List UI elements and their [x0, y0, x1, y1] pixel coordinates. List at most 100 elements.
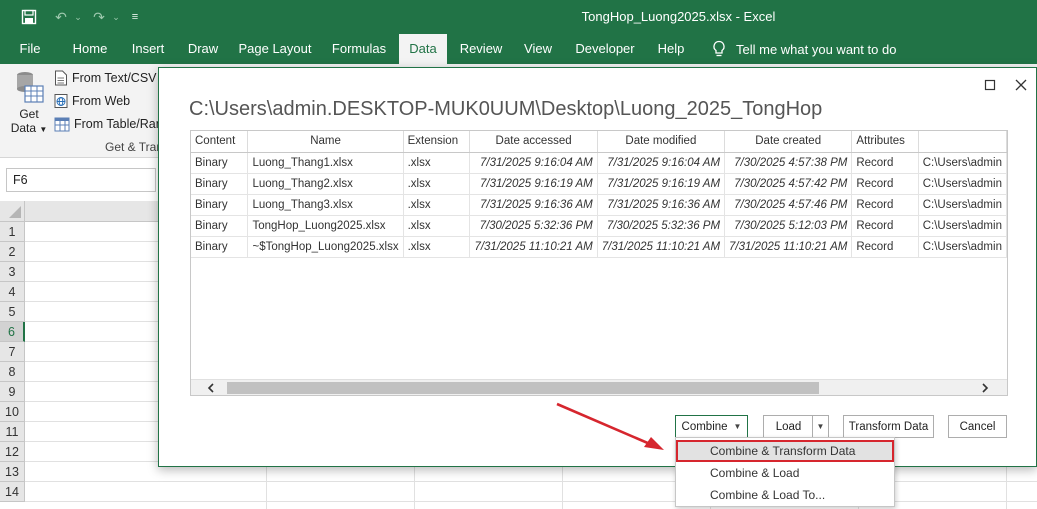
folder-path: C:\Users\admin.DESKTOP-MUK0UUM\Desktop\L… [189, 98, 823, 120]
row-header[interactable]: 7 [0, 342, 25, 362]
tab-file[interactable]: File [10, 34, 50, 64]
cell-folder-path: C:\Users\admin [918, 173, 1007, 195]
menu-item-combine-transform[interactable]: Combine & Transform Data [676, 440, 894, 462]
col-header-date-accessed[interactable]: Date accessed [469, 131, 598, 153]
tell-me-label: Tell me what you want to do [736, 41, 897, 57]
row-header[interactable]: 4 [0, 282, 25, 302]
scrollbar-thumb[interactable] [227, 382, 819, 394]
tab-draw[interactable]: Draw [182, 34, 224, 64]
row-header[interactable]: 12 [0, 442, 25, 462]
from-web-label: From Web [72, 94, 131, 108]
tab-review[interactable]: Review [455, 34, 507, 64]
combine-label: Combine [681, 420, 728, 433]
cell-date-created: 7/30/2025 5:12:03 PM [724, 215, 853, 237]
cell-attributes: Record [851, 194, 919, 216]
cell-content: Binary [191, 152, 249, 174]
menu-item-combine-load[interactable]: Combine & Load [676, 462, 894, 484]
cancel-button[interactable]: Cancel [948, 415, 1007, 438]
tab-data[interactable]: Data [399, 34, 447, 64]
globe-page-icon [54, 94, 68, 108]
row-header[interactable]: 3 [0, 262, 25, 282]
select-all-corner[interactable] [0, 201, 25, 222]
tell-me-search[interactable]: Tell me what you want to do [712, 34, 896, 64]
tab-developer[interactable]: Developer [570, 34, 640, 64]
cell-date-modified: 7/31/2025 9:16:04 AM [597, 152, 726, 174]
load-label: Load [775, 420, 802, 433]
chevron-down-icon: ▼ [816, 422, 825, 431]
col-header-date-modified[interactable]: Date modified [597, 131, 726, 153]
menu-item-combine-load-to[interactable]: Combine & Load To... [676, 484, 894, 506]
from-text-csv-button[interactable]: From Text/CSV [54, 67, 157, 89]
table-row[interactable]: Binary TongHop_Luong2025.xlsx .xlsx 7/30… [191, 215, 1007, 237]
table-row[interactable]: Binary Luong_Thang1.xlsx .xlsx 7/31/2025… [191, 152, 1007, 174]
transform-data-button[interactable]: Transform Data [843, 415, 934, 438]
col-header-content[interactable]: Content [191, 131, 249, 153]
lightbulb-icon [713, 40, 725, 57]
table-row[interactable]: Binary Luong_Thang2.xlsx .xlsx 7/31/2025… [191, 173, 1007, 195]
scroll-right-icon[interactable] [977, 380, 993, 395]
cell-attributes: Record [851, 215, 919, 237]
row-header[interactable]: 13 [0, 462, 25, 482]
horizontal-scrollbar[interactable] [191, 379, 1007, 395]
tab-help[interactable]: Help [650, 34, 692, 64]
col-header-folder-path[interactable] [918, 131, 1007, 153]
maximize-icon[interactable] [977, 72, 1003, 98]
row-header[interactable]: 1 [0, 222, 25, 242]
cell-date-created: 7/31/2025 11:10:21 AM [724, 236, 853, 258]
cell-date-created: 7/30/2025 4:57:38 PM [724, 152, 853, 174]
load-button[interactable]: Load [763, 415, 813, 438]
combine-button[interactable]: Combine ▼ [675, 415, 748, 438]
row-header[interactable]: 2 [0, 242, 25, 262]
name-box[interactable]: F6 [6, 168, 156, 192]
table-row[interactable]: Binary ~$TongHop_Luong2025.xlsx .xlsx 7/… [191, 236, 1007, 258]
load-dropdown-button[interactable]: ▼ [812, 415, 829, 438]
tab-insert[interactable]: Insert [124, 34, 172, 64]
row-header[interactable]: 10 [0, 402, 25, 422]
table-icon [54, 117, 70, 131]
cell-folder-path: C:\Users\admin [918, 194, 1007, 216]
from-web-button[interactable]: From Web [54, 90, 130, 112]
row-header-active[interactable]: 6 [0, 322, 25, 342]
files-table: Content Name Extension Date accessed Dat… [191, 131, 1007, 258]
tab-home[interactable]: Home [66, 34, 114, 64]
cell-date-accessed: 7/31/2025 9:16:19 AM [469, 173, 598, 195]
cell-date-accessed: 7/31/2025 9:16:36 AM [469, 194, 598, 216]
col-header-attributes[interactable]: Attributes [851, 131, 919, 153]
chevron-down-icon: ▼ [39, 125, 48, 134]
cell-date-modified: 7/31/2025 9:16:36 AM [597, 194, 726, 216]
tab-page-layout[interactable]: Page Layout [234, 34, 316, 64]
table-header-row: Content Name Extension Date accessed Dat… [191, 131, 1007, 153]
row-header[interactable]: 8 [0, 362, 25, 382]
cell-folder-path: C:\Users\admin [918, 236, 1007, 258]
row-header[interactable]: 11 [0, 422, 25, 442]
scroll-left-icon[interactable] [203, 380, 219, 395]
cell-date-accessed: 7/31/2025 9:16:04 AM [469, 152, 598, 174]
ribbon-tabs: File Home Insert Draw Page Layout Formul… [0, 34, 1037, 64]
title-bar: ↶ ⌄ ↷ ⌄ ≡ TongHop_Luong2025.xlsx - Excel [0, 0, 1037, 34]
table-row[interactable]: Binary Luong_Thang3.xlsx .xlsx 7/31/2025… [191, 194, 1007, 216]
close-icon[interactable] [1008, 72, 1034, 98]
cell-attributes: Record [851, 236, 919, 258]
get-data-label-2: Data [10, 121, 37, 135]
row-header[interactable]: 5 [0, 302, 25, 322]
tab-view[interactable]: View [516, 34, 560, 64]
file-preview-table: Content Name Extension Date accessed Dat… [190, 130, 1008, 396]
cell-content: Binary [191, 173, 249, 195]
cell-name: Luong_Thang1.xlsx [247, 152, 404, 174]
cell-date-accessed: 7/30/2025 5:32:36 PM [469, 215, 598, 237]
col-header-date-created[interactable]: Date created [724, 131, 853, 153]
cell-extension: .xlsx [403, 215, 471, 237]
row-header[interactable]: 14 [0, 482, 25, 502]
cell-name: Luong_Thang3.xlsx [247, 194, 404, 216]
get-data-button[interactable]: Get Data ▼ [8, 70, 50, 137]
cell-extension: .xlsx [403, 236, 471, 258]
row-header[interactable]: 9 [0, 382, 25, 402]
cell-attributes: Record [851, 173, 919, 195]
cell-date-created: 7/30/2025 4:57:42 PM [724, 173, 853, 195]
tab-formulas[interactable]: Formulas [326, 34, 392, 64]
cell-content: Binary [191, 236, 249, 258]
window-title: TongHop_Luong2025.xlsx - Excel [581, 9, 776, 24]
col-header-extension[interactable]: Extension [403, 131, 471, 153]
col-header-name[interactable]: Name [247, 131, 404, 153]
cell-extension: .xlsx [403, 152, 471, 174]
